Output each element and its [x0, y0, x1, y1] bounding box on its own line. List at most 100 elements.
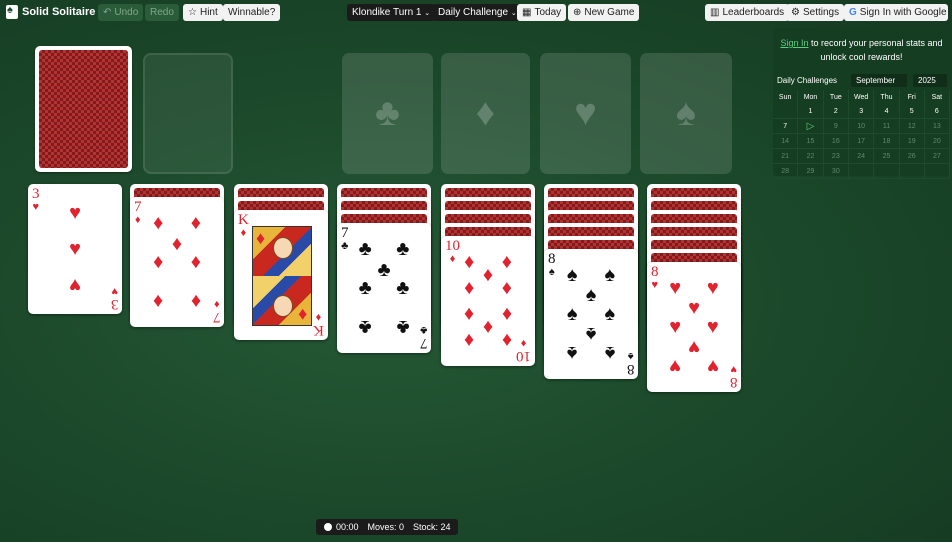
card-pip-icon: ♦ [464, 277, 475, 299]
weekday-header: Thu [873, 90, 900, 104]
today-label: Today [534, 7, 562, 18]
calendar-day[interactable]: 6 [924, 104, 951, 119]
game-mode-dropdown[interactable]: Klondike Turn 1 ⌄ [347, 4, 436, 21]
card-corner-index: 10 ♦ [445, 239, 460, 265]
card-rank: 8 [548, 251, 556, 267]
weekday-header: Sun [773, 90, 799, 104]
card-corner-index: 3 ♥ [110, 285, 119, 312]
calendar-day: 21 [773, 148, 799, 164]
daily-challenge-label: Daily Challenge [438, 7, 509, 18]
card-pip-icon: ♦ [153, 290, 164, 312]
calendar-icon: ▦ [522, 7, 532, 18]
card-rank: K [313, 322, 324, 338]
face-up-card[interactable]: 7 ♦ 7 ♦ ♦ ♦ ♦ ♦ ♦ ♦ ♦ [130, 197, 224, 327]
card-pip-icon: ♥ [669, 277, 682, 299]
calendar-day: 9 [823, 118, 849, 134]
calendar-day: 12 [899, 118, 925, 134]
card-rank: 10 [516, 348, 531, 364]
card-pip-icon: ♠ [604, 303, 616, 325]
heart-icon: ♥ [574, 92, 597, 134]
calendar-empty-cell [924, 163, 951, 179]
foundation-spades[interactable]: ♠ [640, 53, 732, 174]
card-suit-icon: ♥ [651, 279, 659, 291]
card-corner-index: 3 ♥ [32, 187, 40, 213]
card-rank: K [238, 212, 249, 228]
card-rank: 7 [419, 335, 428, 351]
card-pip-icon: ♦ [153, 212, 164, 234]
leaderboards-button[interactable]: ▥ Leaderboards [705, 4, 790, 21]
calendar-day: 27 [924, 148, 951, 164]
calendar-day: 19 [899, 133, 925, 149]
face-up-card[interactable]: 8 ♥ 8 ♥ ♥ ♥ ♥ ♥ ♥ ♥ ♥ ♥ [647, 262, 741, 392]
calendar-day[interactable]: 3 [848, 104, 875, 119]
calendar-day[interactable]: 7 [773, 118, 799, 134]
app-logo[interactable]: Solid Solitaire [6, 4, 96, 19]
diamond-icon: ♦ [475, 92, 496, 134]
hint-button[interactable]: ☆ Hint [183, 4, 223, 21]
card-rank: 3 [32, 186, 40, 202]
google-signin-button[interactable]: G Sign In with Google [844, 4, 948, 21]
leaderboards-label: Leaderboards [722, 7, 785, 18]
calendar-day: 17 [848, 133, 875, 149]
card-pip-icon: ♦ [153, 251, 164, 273]
card-pip-icon: ♥ [69, 274, 81, 297]
stock-count: Stock: 24 [413, 522, 451, 532]
face-up-card[interactable]: 8 ♠ 8 ♠ ♠ ♠ ♠ ♠ ♠ ♠ ♠ ♠ [544, 249, 638, 379]
foundation-hearts[interactable]: ♥ [540, 53, 631, 174]
card-pip-icon: ♦ [190, 290, 201, 312]
card-suit-icon: ♠ [548, 266, 555, 278]
today-play-icon[interactable]: ▷ [797, 118, 824, 134]
face-up-card[interactable]: 7 ♣ 7 ♣ ♣ ♣ ♣ ♣ ♣ ♣ ♣ [337, 223, 431, 353]
today-button[interactable]: ▦ Today [517, 4, 567, 21]
daily-challenges-label: Daily Challenges [777, 76, 838, 85]
card-pip-icon: ♦ [464, 329, 475, 351]
app-title: Solid Solitaire [22, 6, 96, 18]
face-up-card[interactable]: 10 ♦ 10 ♦ ♦ ♦ ♦ ♦ ♦ ♦ ♦ ♦ ♦ ♦ [441, 236, 535, 366]
month-select[interactable]: September ⌄ [851, 74, 907, 98]
card-pip-icon: ♦ [464, 303, 475, 325]
signin-link[interactable]: Sign In [780, 38, 808, 48]
game-mode-label: Klondike Turn 1 [352, 7, 422, 18]
stock-pile[interactable] [35, 46, 132, 172]
undo-icon: ↶ [103, 7, 112, 18]
card-pip-icon: ♦ [190, 251, 201, 273]
diamond-icon: ♦ [298, 305, 308, 325]
card-pip-icon: ♠ [585, 322, 597, 345]
calendar-day: 22 [797, 148, 824, 164]
card-rank: 7 [341, 225, 349, 241]
year-select[interactable]: 2025 ⌄ [913, 74, 947, 98]
calendar-day: 11 [873, 118, 900, 134]
calendar-day: 25 [873, 148, 900, 164]
card-pip-icon: ♥ [669, 316, 682, 338]
card-pip-icon: ♥ [688, 335, 700, 358]
calendar-day[interactable]: 4 [873, 104, 900, 119]
card-corner-index: 7 ♦ [213, 298, 221, 325]
daily-challenge-dropdown[interactable]: Daily Challenge ⌄ [433, 4, 522, 21]
card-pip-icon: ♣ [358, 238, 372, 260]
foundation-diamonds[interactable]: ♦ [441, 53, 530, 174]
calendar-day[interactable]: 1 [797, 104, 824, 119]
calendar-empty-cell [773, 104, 799, 119]
weekday-header: Sat [924, 90, 951, 104]
new-game-button[interactable]: ⊕ New Game [568, 4, 640, 21]
moves-count: Moves: 0 [367, 522, 405, 532]
settings-button[interactable]: ⚙ Settings [786, 4, 845, 21]
card-pip-icon: ♦ [501, 251, 512, 273]
face-up-card[interactable]: K ♦ K ♦ ♦ ♦ [234, 210, 328, 340]
calendar-day[interactable]: 5 [899, 104, 925, 119]
redo-button[interactable]: Redo [145, 4, 179, 21]
card-pip-icon: ♥ [688, 296, 700, 319]
timer: 00:00 [336, 522, 359, 532]
undo-button[interactable]: ↶ Undo [98, 4, 144, 21]
foundation-clubs[interactable]: ♣ [342, 53, 433, 174]
chevron-down-icon: ⌄ [510, 10, 517, 17]
calendar-day: 26 [899, 148, 925, 164]
card-pip-icon: ♣ [377, 258, 391, 281]
winnable-button[interactable]: Winnable? [223, 4, 281, 21]
card-corner-index: 7 ♦ [134, 200, 142, 226]
face-up-card[interactable]: 3 ♥ 3 ♥ ♥ ♥ ♥ [28, 184, 122, 314]
card-rank: 3 [110, 296, 119, 312]
redo-label: Redo [150, 7, 174, 18]
calendar-day[interactable]: 2 [823, 104, 849, 119]
weekday-header: Mon [797, 90, 824, 104]
